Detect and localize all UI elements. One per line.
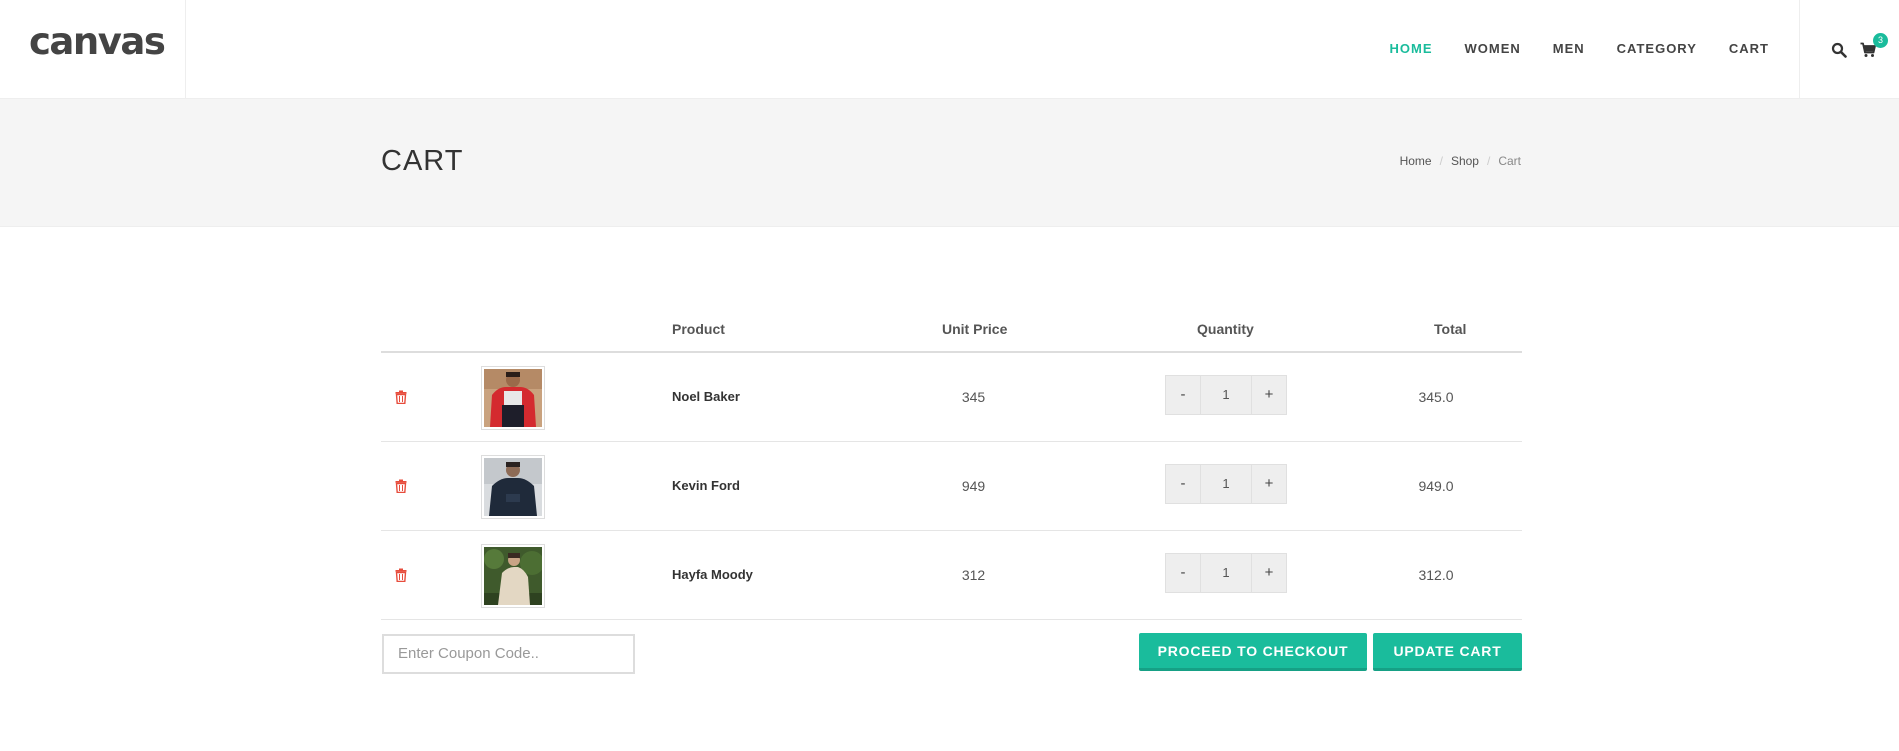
- nav-item-category[interactable]: CATEGORY: [1617, 41, 1697, 57]
- site-header: canvas HOME WOMEN MEN CATEGORY CART 3: [0, 0, 1899, 99]
- product-name[interactable]: Noel Baker: [672, 389, 740, 404]
- quantity-plus-button[interactable]: +: [1251, 553, 1287, 593]
- table-row: Hayfa Moody 312 - 1 + 312.0: [381, 531, 1522, 620]
- quantity-minus-button[interactable]: -: [1165, 464, 1201, 504]
- product-image-navy-hoodie: [484, 458, 542, 516]
- product-thumbnail[interactable]: [481, 455, 545, 519]
- quantity-minus-button[interactable]: -: [1165, 375, 1201, 415]
- quantity-plus-button[interactable]: +: [1251, 375, 1287, 415]
- breadcrumb-current: Cart: [1498, 154, 1521, 168]
- header-icons: 3: [1799, 0, 1899, 99]
- search-icon[interactable]: [1831, 42, 1847, 58]
- trash-icon[interactable]: [395, 479, 407, 493]
- quantity-input[interactable]: 1: [1201, 375, 1251, 415]
- trash-icon[interactable]: [395, 568, 407, 582]
- breadcrumb-separator: /: [1486, 154, 1491, 168]
- page-title: CART: [381, 145, 464, 177]
- product-image-red-jacket: [484, 369, 542, 427]
- row-total: 345.0: [1418, 389, 1454, 405]
- quantity-input[interactable]: 1: [1201, 464, 1251, 504]
- quantity-stepper: - 1 +: [1165, 553, 1287, 593]
- update-cart-button[interactable]: UPDATE CART: [1373, 633, 1522, 671]
- product-name[interactable]: Hayfa Moody: [672, 567, 753, 582]
- product-name[interactable]: Kevin Ford: [672, 478, 740, 493]
- unit-price: 345: [961, 389, 986, 405]
- product-thumbnail[interactable]: [481, 544, 545, 608]
- site-logo[interactable]: canvas: [29, 20, 166, 63]
- trash-icon[interactable]: [395, 390, 407, 404]
- nav-item-women[interactable]: WOMEN: [1464, 41, 1520, 57]
- table-row: Kevin Ford 949 - 1 + 949.0: [381, 442, 1522, 531]
- logo-container: canvas: [0, 0, 186, 99]
- quantity-stepper: - 1 +: [1165, 375, 1287, 415]
- quantity-plus-button[interactable]: +: [1251, 464, 1287, 504]
- product-image-beige-outfit: [484, 547, 544, 605]
- coupon-code-input[interactable]: Enter Coupon Code..: [382, 634, 635, 674]
- breadcrumb-shop[interactable]: Shop: [1451, 154, 1479, 168]
- breadcrumb: Home / Shop / Cart: [1400, 154, 1521, 168]
- quantity-minus-button[interactable]: -: [1165, 553, 1201, 593]
- header-quantity: Quantity: [1197, 321, 1254, 337]
- breadcrumb-separator: /: [1439, 154, 1443, 168]
- table-row: Noel Baker 345 - 1 + 345.0: [381, 353, 1522, 442]
- header-unit-price: Unit Price: [942, 321, 1008, 337]
- header-total: Total: [1434, 321, 1467, 337]
- table-header: Product Unit Price Quantity Total: [381, 309, 1522, 353]
- page-title-section: CART Home / Shop / Cart: [0, 99, 1899, 227]
- nav-item-men[interactable]: MEN: [1553, 41, 1585, 57]
- quantity-input[interactable]: 1: [1201, 553, 1251, 593]
- unit-price: 312: [961, 567, 986, 583]
- product-thumbnail[interactable]: [481, 366, 545, 430]
- breadcrumb-home[interactable]: Home: [1400, 154, 1432, 168]
- proceed-to-checkout-button[interactable]: PROCEED TO CHECKOUT: [1139, 633, 1367, 671]
- unit-price: 949: [961, 478, 986, 494]
- cart-count-badge: 3: [1873, 33, 1888, 48]
- row-total: 949.0: [1418, 478, 1454, 494]
- main-nav: HOME WOMEN MEN CATEGORY CART: [1357, 41, 1769, 57]
- nav-item-cart[interactable]: CART: [1729, 41, 1769, 57]
- quantity-stepper: - 1 +: [1165, 464, 1287, 504]
- header-product: Product: [672, 321, 725, 337]
- row-total: 312.0: [1418, 567, 1454, 583]
- nav-item-home[interactable]: HOME: [1389, 41, 1432, 57]
